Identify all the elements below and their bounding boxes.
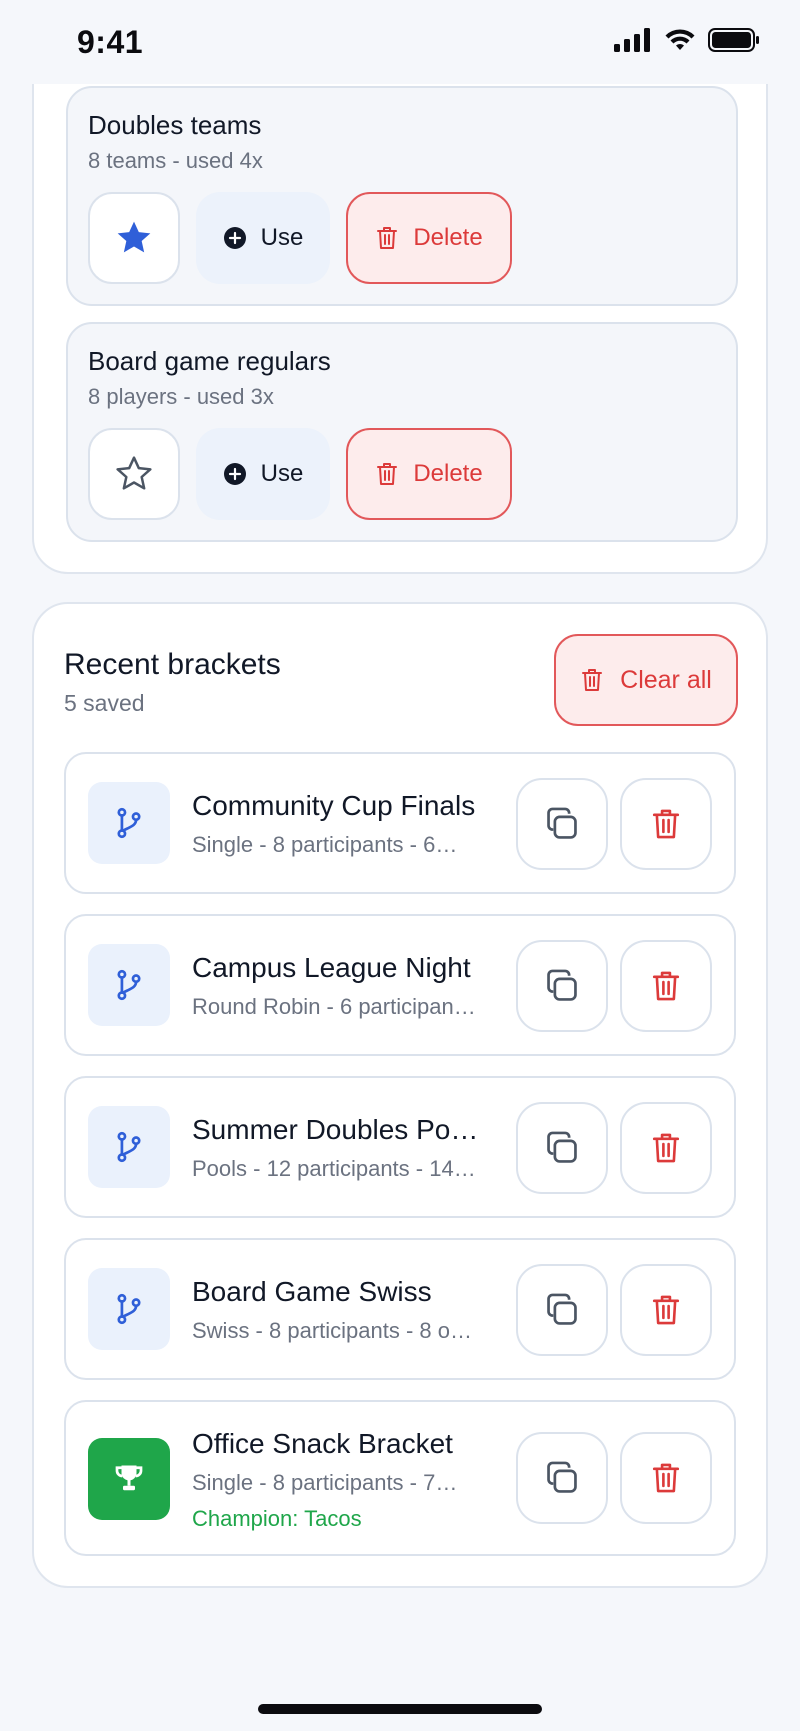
bracket-title: Summer Doubles Po…	[192, 1114, 479, 1145]
template-title: Board game regulars	[88, 346, 331, 376]
bracket-subtitle: Pools - 12 participants - 14…	[192, 1156, 476, 1181]
trash-icon	[652, 809, 680, 839]
trash-icon	[652, 1295, 680, 1325]
delete-label: Delete	[413, 224, 483, 251]
star-filled-icon	[117, 221, 151, 253]
trash-icon	[582, 669, 603, 691]
clear-all-button[interactable]: Clear all	[554, 634, 738, 726]
bracket-subtitle: Single - 8 participants - 6…	[192, 832, 458, 857]
trash-icon	[652, 1463, 680, 1493]
copy-icon	[547, 969, 577, 1001]
copy-icon	[547, 1293, 577, 1325]
bracket-row[interactable]: Summer Doubles Po… Pools - 12 participan…	[64, 1076, 736, 1218]
delete-bracket-button[interactable]	[620, 778, 712, 870]
bracket-icon	[88, 782, 170, 864]
favorite-button[interactable]	[88, 428, 180, 520]
delete-bracket-button[interactable]	[620, 1102, 712, 1194]
plus-circle-icon	[223, 227, 246, 249]
home-indicator[interactable]	[258, 1704, 542, 1714]
bracket-icon	[88, 944, 170, 1026]
bracket-title: Board Game Swiss	[192, 1276, 432, 1307]
recent-brackets-card: Recent brackets 5 saved Clear all Commun…	[32, 602, 768, 1588]
clear-all-label: Clear all	[620, 665, 712, 694]
status-time: 9:41	[77, 24, 144, 60]
copy-icon	[547, 807, 577, 839]
use-label: Use	[260, 460, 304, 487]
trash-icon	[377, 463, 398, 485]
trophy-icon	[88, 1438, 170, 1520]
delete-bracket-button[interactable]	[620, 1432, 712, 1524]
use-label: Use	[260, 224, 304, 251]
trash-icon	[652, 1133, 680, 1163]
use-template-button[interactable]: Use	[196, 192, 330, 284]
section-subtitle: 5 saved	[64, 690, 145, 716]
template-subtitle: 8 players - used 3x	[88, 384, 274, 409]
bracket-subtitle: Single - 8 participants - 7…	[192, 1470, 458, 1495]
duplicate-button[interactable]	[516, 940, 608, 1032]
duplicate-button[interactable]	[516, 1102, 608, 1194]
status-bar: 9:41	[0, 0, 800, 84]
template-title: Doubles teams	[88, 110, 262, 140]
duplicate-button[interactable]	[516, 778, 608, 870]
plus-circle-icon	[223, 463, 246, 485]
bracket-row[interactable]: Community Cup Finals Single - 8 particip…	[64, 752, 736, 894]
favorite-button[interactable]	[88, 192, 180, 284]
status-icons	[614, 28, 760, 52]
use-template-button[interactable]: Use	[196, 428, 330, 520]
cellular-signal-icon	[614, 28, 650, 52]
bracket-title: Community Cup Finals	[192, 790, 476, 821]
bracket-row[interactable]: Office Snack Bracket Single - 8 particip…	[64, 1400, 736, 1556]
trash-icon	[377, 227, 398, 249]
bracket-icon	[88, 1106, 170, 1188]
delete-bracket-button[interactable]	[620, 1264, 712, 1356]
delete-template-button[interactable]: Delete	[346, 192, 512, 284]
copy-icon	[547, 1461, 577, 1493]
star-outline-icon	[116, 456, 152, 490]
delete-label: Delete	[413, 460, 483, 487]
wifi-icon	[665, 29, 695, 50]
bracket-subtitle: Round Robin - 6 participan…	[192, 994, 476, 1019]
champion-label: Champion: Tacos	[192, 1506, 362, 1531]
delete-template-button[interactable]: Delete	[346, 428, 512, 520]
template-item: Board game regulars 8 players - used 3x …	[66, 322, 738, 542]
delete-bracket-button[interactable]	[620, 940, 712, 1032]
bracket-title: Campus League Night	[192, 952, 471, 983]
template-subtitle: 8 teams - used 4x	[88, 148, 263, 173]
bracket-subtitle: Swiss - 8 participants - 8 o…	[192, 1318, 472, 1343]
template-item: Doubles teams 8 teams - used 4x Use Dele…	[66, 86, 738, 306]
bracket-row[interactable]: Campus League Night Round Robin - 6 part…	[64, 914, 736, 1056]
copy-icon	[547, 1131, 577, 1163]
trash-icon	[652, 971, 680, 1001]
duplicate-button[interactable]	[516, 1432, 608, 1524]
battery-icon	[708, 28, 759, 52]
bracket-title: Office Snack Bracket	[192, 1428, 453, 1459]
templates-card: Doubles teams 8 teams - used 4x Use Dele…	[32, 0, 768, 574]
bracket-row[interactable]: Board Game Swiss Swiss - 8 participants …	[64, 1238, 736, 1380]
section-title: Recent brackets	[64, 648, 281, 681]
bracket-icon	[88, 1268, 170, 1350]
duplicate-button[interactable]	[516, 1264, 608, 1356]
